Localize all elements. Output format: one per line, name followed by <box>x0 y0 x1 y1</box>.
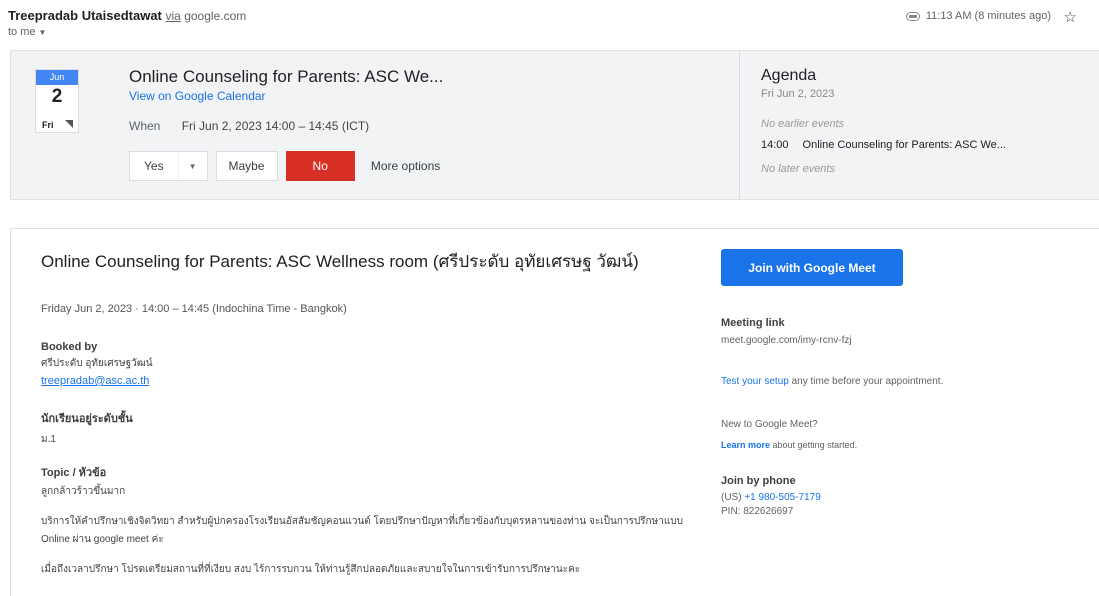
agenda-divider <box>739 51 740 199</box>
grade-value: ม.1 <box>41 434 56 445</box>
tag-icon[interactable] <box>905 11 920 21</box>
test-setup-link[interactable]: Test your setup <box>721 376 789 387</box>
join-by-phone-label: Join by phone <box>721 475 796 487</box>
calendar-date-icon: Jun 2 Fri <box>35 69 79 133</box>
booked-by-name: ศรีประดับ อุทัยเศรษฐวัฒน์ <box>41 358 153 369</box>
rsvp-no-button[interactable]: No <box>285 151 355 181</box>
join-meet-button[interactable]: Join with Google Meet <box>721 249 903 286</box>
agenda-heading: Agenda <box>761 67 817 84</box>
when-label: When <box>129 119 161 133</box>
rsvp-bar: Yes ▼ Maybe No More options <box>129 151 440 181</box>
invitation-card: Jun 2 Fri Online Counseling for Parents:… <box>10 50 1099 200</box>
topic-value: ลูกกล้าวร้าวขึ้นมาก <box>41 486 126 497</box>
rsvp-maybe-button[interactable]: Maybe <box>215 151 278 181</box>
calendar-month: Jun <box>36 70 78 85</box>
agenda-event[interactable]: 14:00 Online Counseling for Parents: ASC… <box>761 139 1006 151</box>
agenda-no-later: No later events <box>761 163 835 175</box>
topic-section: Topic / หัวข้อ ลูกกล้าวร้าวขึ้นมาก <box>41 463 125 499</box>
booked-by-email[interactable]: treepradab@asc.ac.th <box>41 375 153 387</box>
to-me-label: to me <box>8 26 36 38</box>
when-value: Fri Jun 2, 2023 14:00 – 14:45 (ICT) <box>181 119 370 133</box>
meeting-link-section: Meeting link meet.google.com/imy-rcnv-fz… <box>721 317 852 346</box>
meeting-link-value[interactable]: meet.google.com/imy-rcnv-fzj <box>721 335 852 346</box>
learn-more-text: about getting started. <box>770 440 858 450</box>
dropdown-icon[interactable]: ▼ <box>179 152 207 180</box>
test-setup-line: Test your setup any time before your app… <box>721 376 943 387</box>
learn-more-link[interactable]: Learn more <box>721 440 770 450</box>
chevron-down-icon: ▼ <box>38 27 47 37</box>
event-when: Friday Jun 2, 2023 · 14:00 – 14:45 (Indo… <box>41 303 347 315</box>
new-to-meet-text: New to Google Meet? <box>721 419 818 430</box>
invite-when: When Fri Jun 2, 2023 14:00 – 14:45 (ICT) <box>129 119 369 133</box>
view-calendar-link[interactable]: View on Google Calendar <box>129 89 266 103</box>
phone-section: Join by phone (US) +1 980-505-7179 PIN: … <box>721 475 821 517</box>
booked-by-label: Booked by <box>41 341 98 353</box>
calendar-weekday: Fri <box>42 120 54 130</box>
test-setup-text: any time before your appointment. <box>788 376 944 387</box>
calendar-day: 2 <box>51 86 63 107</box>
agenda-event-time: 14:00 <box>761 139 789 151</box>
via-label[interactable]: via <box>166 9 181 23</box>
grade-label: นักเรียนอยู่ระดับชั้น <box>41 413 133 425</box>
rsvp-yes-label: Yes <box>130 152 179 180</box>
agenda-no-earlier: No earlier events <box>761 118 845 130</box>
event-title: Online Counseling for Parents: ASC Welln… <box>41 252 639 271</box>
agenda-date: Fri Jun 2, 2023 <box>761 88 835 100</box>
phone-country: (US) <box>721 492 742 503</box>
sender-line: Treepradab Utaisedtawat via google.com <box>8 8 246 23</box>
sender-name[interactable]: Treepradab Utaisedtawat <box>8 8 162 23</box>
recipient-toggle[interactable]: to me ▼ <box>8 26 46 38</box>
phone-number-link[interactable]: +1 980-505-7179 <box>744 492 820 503</box>
booked-by-section: Booked by ศรีประดับ อุทัยเศรษฐวัฒน์ tree… <box>41 341 153 387</box>
via-domain: google.com <box>184 9 247 23</box>
header-meta: 11:13 AM (8 minutes ago) <box>905 10 1051 22</box>
page-fold-icon <box>65 120 73 128</box>
description-paragraph-2: เมื่อถึงเวลาปรึกษา โปรดเตรียมสถานที่ที่เ… <box>41 564 581 575</box>
via-text: via google.com <box>166 9 247 23</box>
description-paragraph-1: บริการให้คำปรึกษาเชิงจิตวิทยา สำหรับผู้ป… <box>41 516 683 545</box>
grade-section: นักเรียนอยู่ระดับชั้น ม.1 <box>41 409 133 447</box>
meeting-link-label: Meeting link <box>721 317 785 329</box>
more-options-link[interactable]: More options <box>371 159 440 173</box>
event-details-card: Online Counseling for Parents: ASC Welln… <box>10 228 1099 596</box>
agenda-event-title: Online Counseling for Parents: ASC We... <box>802 139 1006 151</box>
rsvp-yes-button[interactable]: Yes ▼ <box>129 151 208 181</box>
phone-pin: PIN: 822626697 <box>721 506 794 517</box>
learn-more-line: Learn more about getting started. <box>721 440 857 450</box>
timestamp: 11:13 AM (8 minutes ago) <box>925 10 1051 22</box>
invite-title: Online Counseling for Parents: ASC We... <box>129 67 444 86</box>
topic-label: Topic / หัวข้อ <box>41 467 107 479</box>
star-icon[interactable]: ☆ <box>1064 8 1077 26</box>
